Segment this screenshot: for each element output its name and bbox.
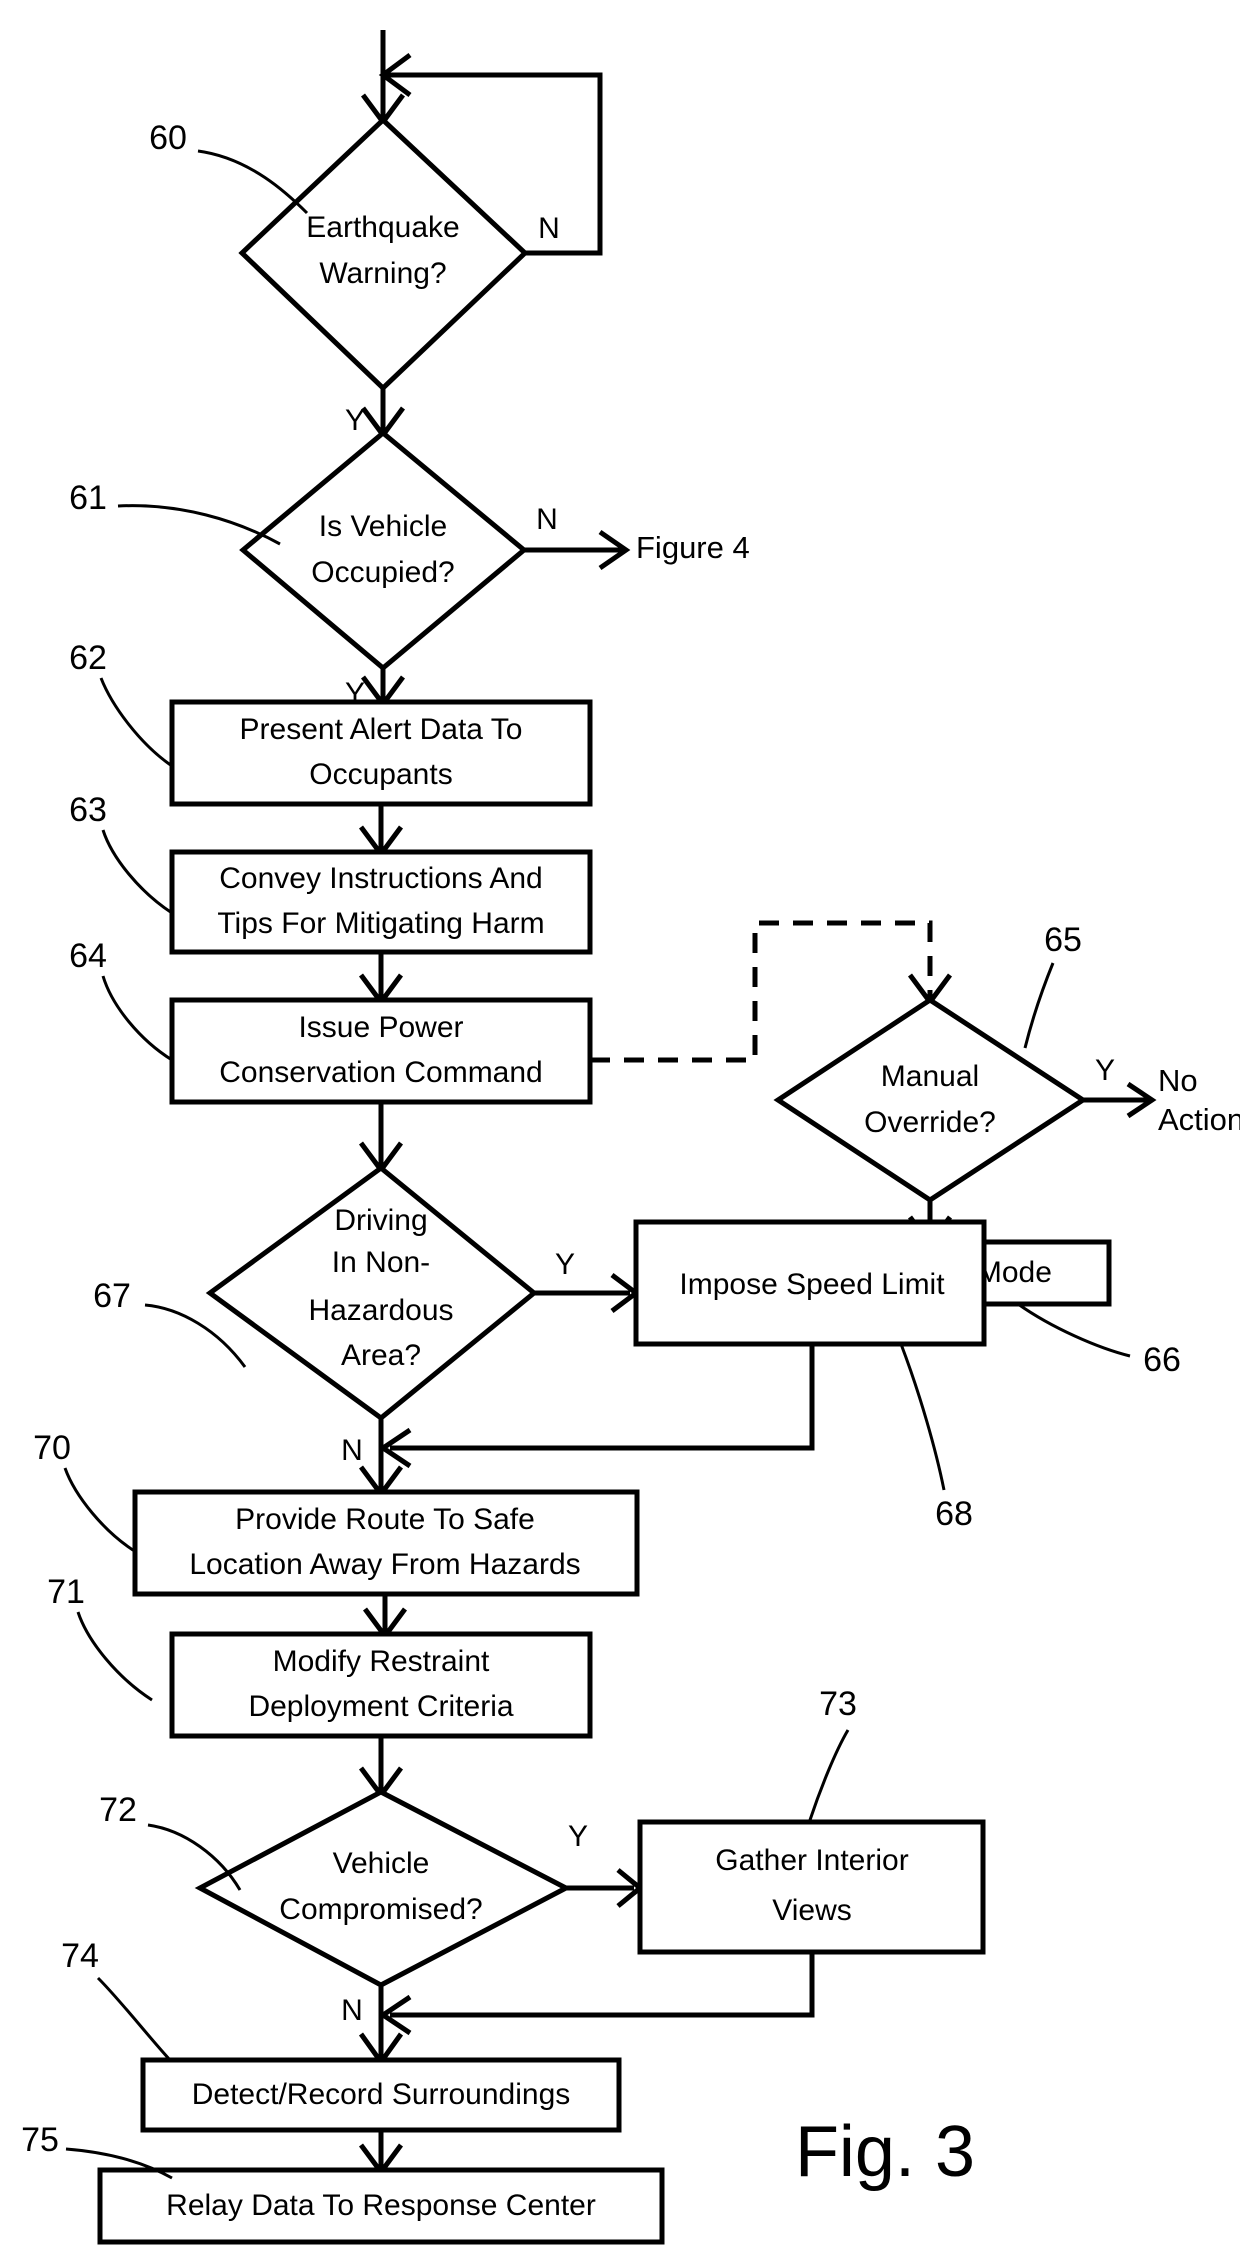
decision-node-65[interactable]: Manual Override?: [773, 997, 1088, 1203]
node-67-line-2: In Non-: [332, 1246, 430, 1279]
ref-leader-65: 65: [1023, 921, 1082, 1049]
node-67-line-1: Driving: [334, 1204, 427, 1237]
node-72-yes-label: Y: [568, 1820, 588, 1853]
process-node-70[interactable]: Provide Route To Safe Location Away From…: [132, 1489, 640, 1597]
node-62-line-2: Occupants: [309, 758, 452, 791]
connector-72-to-73: [566, 1868, 644, 1908]
ref-leader-61: 61: [69, 479, 281, 546]
node-65-line-2: Override?: [864, 1106, 996, 1139]
connector-63-to-64: [358, 952, 404, 1007]
connector-61-to-figure4: Figure 4: [524, 529, 750, 571]
connector-60-to-61: [360, 388, 406, 440]
node-68-line-1: Impose Speed Limit: [679, 1268, 945, 1301]
process-node-68[interactable]: Impose Speed Limit: [633, 1219, 987, 1347]
ref-leader-60: 60: [149, 119, 309, 215]
node-72-no-label: N: [341, 1994, 363, 2027]
node-67-line-4: Area?: [341, 1339, 421, 1372]
flowchart-canvas: Earthquake Warning? N Y 60 Is Vehicle Oc…: [21, 30, 1240, 2245]
node-62-line-1: Present Alert Data To: [240, 713, 523, 746]
patent-figure: Earthquake Warning? N Y 60 Is Vehicle Oc…: [0, 0, 1240, 2258]
node-65-line-1: Manual: [881, 1060, 979, 1093]
node-72-line-1: Vehicle: [333, 1847, 430, 1880]
ref-leader-64: 64: [69, 937, 173, 1062]
connector-64-to-67: [358, 1102, 404, 1175]
ref-leader-70: 70: [33, 1429, 137, 1554]
connector-73-return: [378, 1952, 815, 2036]
ref-number-62: 62: [69, 639, 107, 677]
node-72-line-2: Compromised?: [279, 1893, 482, 1926]
connector-71-to-72: [358, 1736, 404, 1800]
ref-leader-73: 73: [808, 1685, 857, 1821]
node-74-line-1: Detect/Record Surroundings: [192, 2078, 571, 2111]
no-action-line-2: Action: [1158, 1102, 1240, 1137]
connector-67-to-68: [534, 1273, 641, 1313]
decision-node-72[interactable]: Vehicle Compromised?: [194, 1789, 572, 1988]
connector-74-to-75: [358, 2130, 404, 2177]
node-60-line-2: Warning?: [319, 257, 446, 290]
ref-number-60: 60: [149, 119, 187, 157]
node-71-line-1: Modify Restraint: [273, 1645, 490, 1678]
ref-leader-66: 66: [1017, 1302, 1181, 1379]
decision-node-60[interactable]: Earthquake Warning?: [238, 116, 529, 392]
ref-number-73: 73: [819, 1685, 857, 1723]
ref-number-61: 61: [69, 479, 107, 517]
decision-node-61[interactable]: Is Vehicle Occupied?: [239, 429, 528, 672]
node-60-line-1: Earthquake: [306, 211, 459, 244]
node-73-line-1: Gather Interior: [715, 1844, 908, 1877]
node-71-line-2: Deployment Criteria: [248, 1690, 513, 1723]
node-61-no-label: N: [536, 503, 558, 536]
decision-node-67[interactable]: Driving In Non- Hazardous Area?: [205, 1164, 538, 1422]
node-73-line-2: Views: [772, 1894, 851, 1927]
process-node-63[interactable]: Convey Instructions And Tips For Mitigat…: [169, 849, 593, 955]
node-70-line-1: Provide Route To Safe: [235, 1503, 535, 1536]
ref-number-67: 67: [93, 1277, 131, 1315]
node-67-yes-label: Y: [555, 1248, 575, 1281]
node-61-line-2: Occupied?: [311, 556, 454, 589]
ref-number-66: 66: [1143, 1341, 1181, 1379]
node-64-line-1: Issue Power: [298, 1011, 463, 1044]
process-node-71[interactable]: Modify Restraint Deployment Criteria: [169, 1631, 593, 1739]
ref-number-72: 72: [99, 1791, 137, 1829]
process-node-62[interactable]: Present Alert Data To Occupants: [169, 699, 593, 807]
process-node-75[interactable]: Relay Data To Response Center: [97, 2167, 665, 2245]
figure-caption: Fig. 3: [795, 2112, 975, 2192]
offpage-reference-figure4[interactable]: Figure 4: [636, 530, 750, 565]
process-node-73[interactable]: Gather Interior Views: [637, 1819, 986, 1955]
connector-61-to-62: [360, 668, 406, 709]
connector-62-to-63: [358, 804, 404, 859]
node-63-line-1: Convey Instructions And: [219, 862, 543, 895]
node-65-yes-label: Y: [1095, 1054, 1115, 1087]
node-60-no-label: N: [538, 212, 560, 245]
ref-leader-68: 68: [899, 1343, 973, 1533]
node-67-no-label: N: [341, 1434, 363, 1467]
ref-number-64: 64: [69, 937, 107, 975]
ref-leader-74: 74: [61, 1937, 172, 2062]
node-70-line-2: Location Away From Hazards: [189, 1548, 580, 1581]
ref-leader-72: 72: [99, 1791, 242, 1891]
ref-number-65: 65: [1044, 921, 1082, 959]
ref-number-68: 68: [935, 1495, 973, 1533]
ref-number-63: 63: [69, 791, 107, 829]
ref-leader-62: 62: [69, 639, 173, 768]
node-64-line-2: Conservation Command: [219, 1056, 542, 1089]
process-node-64[interactable]: Issue Power Conservation Command: [169, 997, 593, 1105]
node-61-line-1: Is Vehicle: [319, 510, 447, 543]
ref-number-74: 74: [61, 1937, 99, 1975]
process-node-74[interactable]: Detect/Record Surroundings: [140, 2057, 622, 2133]
node-63-line-2: Tips For Mitigating Harm: [217, 907, 544, 940]
ref-number-70: 70: [33, 1429, 71, 1467]
ref-leader-63: 63: [69, 791, 173, 915]
node-67-line-3: Hazardous: [308, 1294, 453, 1327]
ref-number-71: 71: [47, 1573, 85, 1611]
connector-70-to-71: [362, 1594, 408, 1641]
ref-number-75: 75: [21, 2121, 59, 2159]
no-action-line-1: No: [1158, 1063, 1198, 1098]
node-75-line-1: Relay Data To Response Center: [166, 2189, 596, 2222]
